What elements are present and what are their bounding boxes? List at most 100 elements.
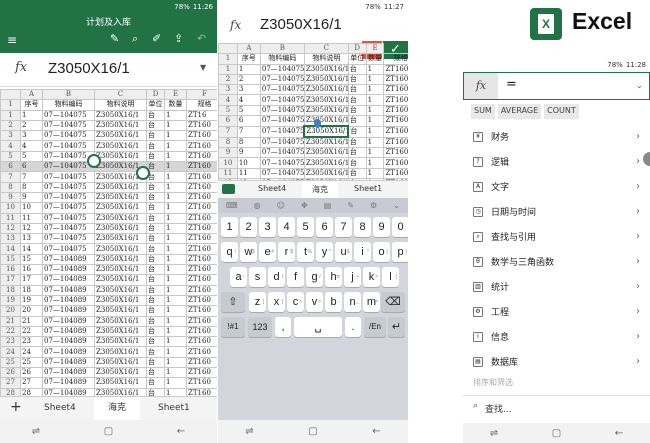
cell[interactable]: Z3050X16/1 (94, 222, 147, 235)
function-category-item[interactable]: ? 逻辑 › (463, 149, 650, 174)
cell[interactable]: 07—104089 (42, 253, 95, 266)
cell[interactable]: 1 (365, 63, 385, 75)
cell[interactable]: 4 (20, 140, 43, 152)
share-icon[interactable]: ⇪ (174, 32, 183, 45)
sheet-tab-active[interactable]: 海克 (94, 397, 140, 420)
cell[interactable]: 07—104089 (42, 294, 95, 307)
back-icon[interactable]: ← (615, 428, 623, 439)
cell[interactable]: Z3050X16/1 (94, 109, 147, 121)
chevron-down-icon[interactable]: ▼ (200, 63, 206, 72)
move-icon[interactable]: ✥ (301, 201, 308, 210)
language-key[interactable]: /En (364, 317, 386, 337)
sum-button[interactable]: SUM (471, 104, 495, 119)
cell[interactable]: 台 (347, 94, 367, 106)
cell[interactable]: 台 (146, 315, 165, 327)
cell[interactable]: ZT160 (186, 222, 217, 235)
cell[interactable]: 07—104075 (42, 233, 95, 245)
sheet-tab[interactable]: Sheet1 (354, 184, 382, 193)
cell[interactable]: Z3050X16/1 (94, 181, 147, 193)
row-header[interactable]: 13 (0, 233, 21, 245)
count-button[interactable]: COUNT (544, 104, 579, 119)
cell[interactable]: 4 (236, 94, 261, 106)
cell[interactable]: 07—104089 (42, 356, 95, 369)
cell[interactable]: 台 (347, 63, 367, 75)
column-header[interactable]: A (236, 42, 261, 55)
row-header[interactable]: 8 (0, 181, 21, 193)
cell[interactable]: 7 (20, 171, 43, 183)
cell[interactable]: ZT160 (383, 147, 408, 159)
cell[interactable]: 26 (20, 367, 43, 379)
cell[interactable]: 07—104075 (259, 104, 305, 117)
fx-icon[interactable]: fx (464, 73, 498, 99)
cell[interactable]: 1 (164, 109, 187, 121)
cell[interactable]: 3 (20, 130, 43, 142)
cell[interactable]: 07—104075 (259, 125, 305, 138)
key-m[interactable]: m = (363, 292, 380, 312)
sheet-tab[interactable]: Sheet4 (258, 184, 286, 193)
number-key[interactable]: 123 (248, 317, 272, 337)
cell[interactable]: 1 (164, 150, 187, 163)
row-header[interactable]: 11 (0, 212, 21, 224)
row-header[interactable]: 15 (0, 253, 21, 266)
key-h[interactable]: hπ (325, 267, 342, 287)
key-p[interactable]: p) (392, 242, 408, 262)
key-w[interactable]: w @ (240, 242, 257, 262)
cell[interactable]: 07—104075 (42, 191, 95, 204)
cell[interactable]: 24 (20, 346, 43, 358)
key-s[interactable]: s ` (249, 267, 266, 287)
cell[interactable]: 07—104075 (259, 157, 305, 169)
cell[interactable]: 07—104089 (42, 336, 95, 348)
key-v[interactable]: v > (306, 292, 323, 312)
key-t[interactable]: t% (297, 242, 314, 262)
period-key[interactable]: . (345, 317, 361, 337)
key-l[interactable]: l{ (382, 267, 399, 287)
row-header[interactable]: 18 (0, 284, 21, 296)
cell[interactable]: 台 (146, 212, 165, 224)
key-3[interactable]: 3 (259, 217, 276, 237)
key-k[interactable]: k × (363, 267, 380, 287)
cell[interactable]: ZT160 (186, 377, 217, 389)
add-sheet-button[interactable]: + (10, 399, 22, 415)
cell[interactable]: Z3050X16/1 (94, 336, 147, 348)
cell[interactable]: 1 (164, 284, 187, 296)
header-cell[interactable]: 数量 (164, 99, 187, 111)
cell[interactable]: 07—104075 (42, 222, 95, 235)
cell[interactable]: 5 (20, 150, 43, 163)
key-7[interactable]: 7 (335, 217, 352, 237)
row-header[interactable]: 9 (0, 191, 21, 204)
cell[interactable]: ZT160 (186, 325, 217, 338)
sheet-tab[interactable]: Sheet4 (44, 403, 76, 413)
row-header[interactable]: 19 (0, 294, 21, 307)
row-header[interactable]: 10 (218, 157, 238, 169)
row-header[interactable]: 26 (0, 367, 21, 379)
cell[interactable]: Z3050X16/1 (94, 119, 147, 132)
cell[interactable]: ZT160 (186, 140, 217, 152)
cell[interactable]: 1 (164, 336, 187, 348)
cell[interactable]: 07—104075 (42, 181, 95, 193)
cell[interactable]: 台 (146, 274, 165, 286)
function-category-item[interactable]: i 信息 › (463, 324, 650, 349)
home-icon[interactable]: ▢ (552, 428, 561, 439)
cell[interactable]: ZT160 (383, 73, 408, 86)
cell[interactable]: Z3050X16/1 (94, 233, 147, 245)
header-cell[interactable]: 规格 (186, 99, 217, 111)
header-cell[interactable]: 规格 (383, 53, 408, 65)
cell[interactable]: 07—104089 (42, 315, 95, 327)
cell[interactable]: 台 (347, 84, 367, 96)
cell[interactable]: 07—104075 (42, 109, 95, 121)
cell[interactable]: ZT160 (186, 181, 217, 193)
keyboard-toggle-icon[interactable]: ⌨ (226, 201, 238, 210)
cell[interactable]: Z3050X16/1 (94, 150, 147, 163)
cell[interactable]: 台 (347, 115, 367, 127)
cell[interactable]: Z3050X16/1 (94, 264, 147, 276)
cell[interactable]: Z3050X16/1 (94, 305, 147, 317)
cell[interactable]: Z3050X16/1 (303, 63, 349, 75)
cell[interactable]: 1 (164, 119, 187, 132)
row-header[interactable]: 4 (218, 94, 238, 106)
cell[interactable]: ZT160 (186, 202, 217, 214)
cell[interactable]: 台 (146, 346, 165, 358)
recent-apps-icon[interactable]: ⇌ (32, 426, 40, 437)
formula-bar[interactable]: fx Z3050X16/1 ▼ (0, 53, 217, 87)
cell[interactable]: 25 (20, 356, 43, 369)
row-header[interactable]: 14 (0, 243, 21, 255)
